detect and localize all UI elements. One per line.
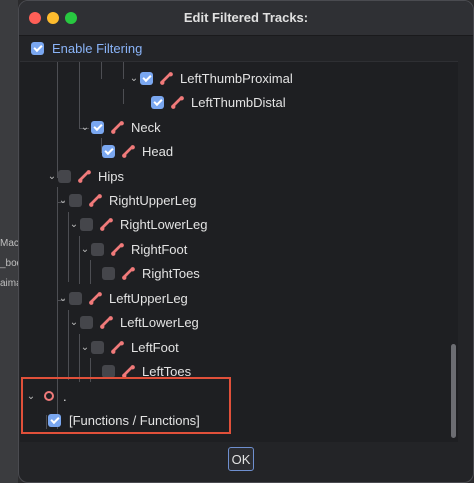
bone-icon bbox=[111, 242, 124, 256]
dialog-title: Edit Filtered Tracks: bbox=[183, 10, 309, 25]
expand-arrow-icon[interactable]: ⌄ bbox=[46, 171, 58, 182]
bone-icon bbox=[122, 144, 135, 158]
tree-row-left-foot[interactable]: ⌄ LeftFoot bbox=[79, 336, 179, 358]
bone-icon bbox=[111, 340, 124, 354]
expand-arrow-icon[interactable]: ⌄ bbox=[128, 73, 140, 84]
tree-row-right-foot[interactable]: ⌄ RightFoot bbox=[79, 238, 188, 260]
ok-button[interactable]: OK bbox=[228, 447, 254, 471]
track-label: RightUpperLeg bbox=[109, 192, 197, 208]
track-checkbox[interactable] bbox=[91, 340, 104, 354]
enable-filtering-row[interactable]: Enable Filtering bbox=[31, 38, 142, 58]
track-label: LeftFoot bbox=[131, 339, 179, 355]
track-label: LeftLowerLeg bbox=[120, 314, 199, 330]
tree-row-left-lower-leg[interactable]: ⌄ LeftLowerLeg bbox=[68, 311, 199, 333]
track-checkbox[interactable] bbox=[80, 315, 93, 329]
track-checkbox[interactable] bbox=[102, 266, 115, 280]
track-checkbox[interactable] bbox=[151, 95, 164, 109]
vertical-scrollbar[interactable] bbox=[451, 344, 456, 438]
track-checkbox[interactable] bbox=[102, 144, 115, 158]
bone-icon bbox=[89, 291, 102, 305]
track-checkbox[interactable] bbox=[91, 120, 104, 134]
expand-arrow-icon[interactable]: ⌄ bbox=[79, 342, 91, 353]
bone-icon bbox=[100, 315, 113, 329]
tree-row-head[interactable]: Head bbox=[102, 140, 173, 162]
track-label: RightFoot bbox=[131, 241, 188, 257]
tree-guide-line bbox=[101, 62, 102, 79]
tree-guide-line bbox=[123, 89, 124, 104]
tree-row-left-thumb-distal[interactable]: LeftThumbDistal bbox=[151, 91, 286, 113]
tree-row-right-toes[interactable]: RightToes bbox=[102, 262, 200, 284]
track-label: LeftThumbProximal bbox=[180, 70, 293, 86]
track-checkbox[interactable] bbox=[102, 364, 115, 378]
bone-icon bbox=[160, 71, 173, 85]
expand-arrow-icon[interactable]: ⌄ bbox=[68, 219, 80, 230]
tree-row-right-lower-leg[interactable]: ⌄ RightLowerLeg bbox=[68, 213, 208, 235]
expand-arrow-icon[interactable]: ⌄ bbox=[57, 293, 69, 304]
enable-filtering-label: Enable Filtering bbox=[52, 40, 143, 56]
expand-arrow-icon[interactable]: ⌄ bbox=[57, 195, 69, 206]
highlight-annotation-box bbox=[21, 377, 231, 434]
bone-icon bbox=[122, 266, 135, 280]
track-checkbox[interactable] bbox=[91, 242, 104, 256]
bone-icon bbox=[89, 193, 102, 207]
track-label: RightToes bbox=[142, 265, 200, 281]
expand-arrow-icon[interactable]: ⌄ bbox=[79, 244, 91, 255]
tree-row-left-upper-leg[interactable]: ⌄ LeftUpperLeg bbox=[57, 287, 188, 309]
tree-row-right-upper-leg[interactable]: ⌄ RightUpperLeg bbox=[57, 189, 197, 211]
track-label: LeftThumbDistal bbox=[191, 94, 286, 110]
expand-arrow-icon[interactable]: ⌄ bbox=[68, 317, 80, 328]
track-label: Head bbox=[142, 143, 174, 159]
bone-icon bbox=[78, 169, 91, 183]
track-checkbox[interactable] bbox=[69, 291, 82, 305]
track-label: RightLowerLeg bbox=[120, 216, 208, 232]
bone-icon bbox=[100, 217, 113, 231]
tree-guide-line bbox=[90, 260, 91, 284]
track-label: Neck bbox=[131, 119, 161, 135]
expand-arrow-icon[interactable]: ⌄ bbox=[79, 122, 91, 133]
track-checkbox[interactable] bbox=[69, 193, 82, 207]
enable-filtering-checkbox[interactable] bbox=[31, 41, 44, 55]
track-checkbox[interactable] bbox=[58, 169, 71, 183]
tree-guide-line bbox=[57, 62, 58, 177]
bone-icon bbox=[171, 95, 184, 109]
track-label: Hips bbox=[98, 168, 125, 184]
title-bar: Edit Filtered Tracks: bbox=[19, 1, 473, 36]
tree-row-neck[interactable]: ⌄ Neck bbox=[79, 116, 161, 138]
bone-icon bbox=[111, 120, 124, 134]
tree-row-left-thumb-proximal[interactable]: ⌄ LeftThumbProximal bbox=[128, 67, 293, 89]
tree-row-hips[interactable]: ⌄ Hips bbox=[46, 165, 124, 187]
tree-guide-line bbox=[123, 62, 124, 79]
edit-filtered-tracks-dialog: Edit Filtered Tracks: Enable Filtering ⌄… bbox=[18, 0, 474, 483]
track-label: LeftUpperLeg bbox=[109, 290, 188, 306]
track-checkbox[interactable] bbox=[140, 71, 153, 85]
track-checkbox[interactable] bbox=[80, 217, 93, 231]
